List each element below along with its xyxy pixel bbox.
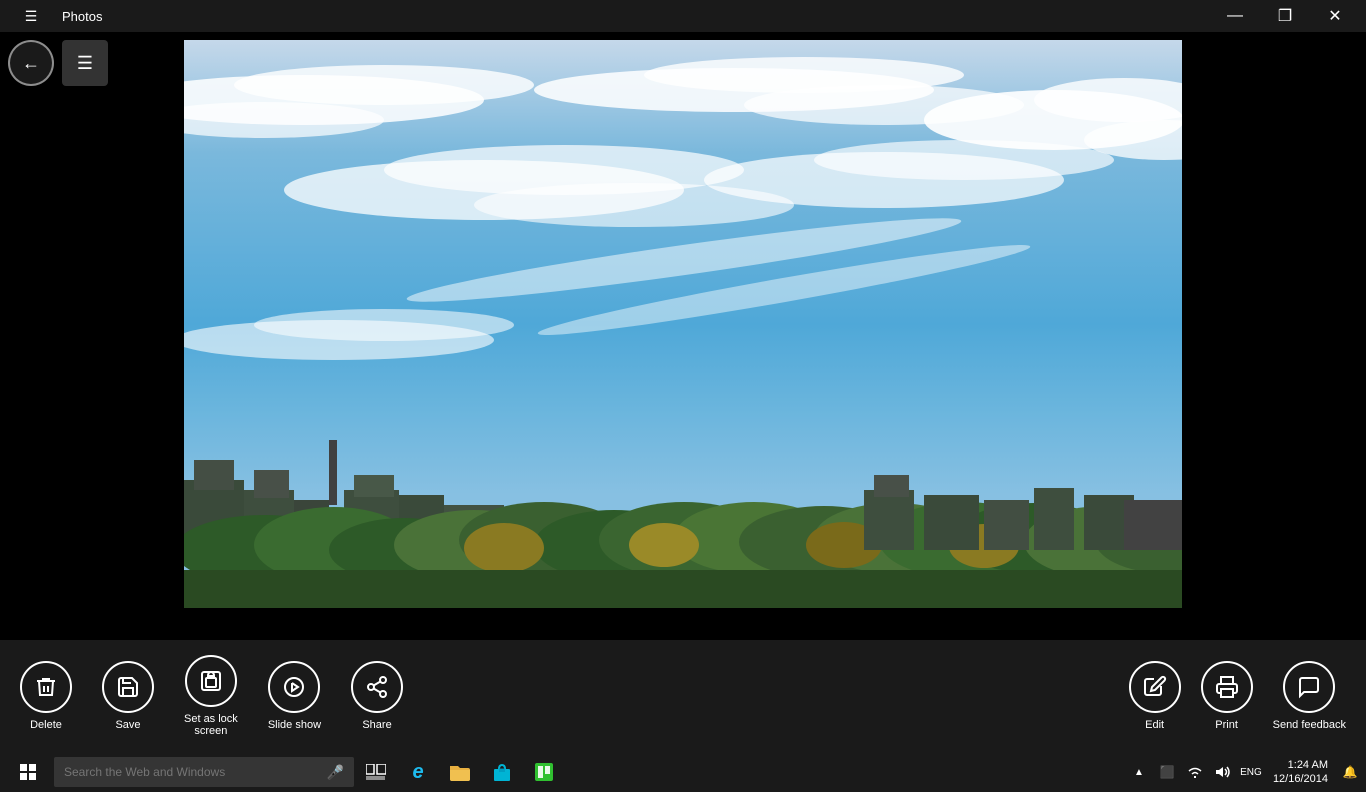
top-toolbar: ← ☰ xyxy=(0,32,116,94)
share-arrow-icon xyxy=(365,675,389,699)
titlebar-controls: — ❐ ✕ xyxy=(1212,0,1358,32)
app5-icon[interactable] xyxy=(524,752,564,792)
edit-button[interactable]: Edit xyxy=(1129,661,1181,731)
start-button[interactable] xyxy=(4,752,52,792)
edit-label: Edit xyxy=(1145,719,1164,731)
app-title: Photos xyxy=(62,9,102,24)
language-icon[interactable]: ENG xyxy=(1239,760,1263,784)
green-app-icon xyxy=(533,761,555,783)
clock-date: 12/16/2014 xyxy=(1273,772,1328,786)
printer-icon xyxy=(1215,675,1239,699)
share-label: Share xyxy=(362,719,391,731)
message-icon xyxy=(1297,675,1321,699)
photo-sky xyxy=(184,40,1182,608)
bag-icon xyxy=(491,761,513,783)
slideshow-label: Slide show xyxy=(268,719,321,731)
main-view: ← ☰ xyxy=(0,32,1366,640)
windows-icon xyxy=(20,764,36,780)
wifi-icon xyxy=(1187,765,1203,779)
photo-svg xyxy=(184,40,1182,608)
set-lock-screen-button[interactable]: Set as lock screen xyxy=(184,655,238,737)
bottom-action-bar: Delete Save Set as lock screen xyxy=(0,640,1366,752)
save-label: Save xyxy=(115,719,140,731)
minimize-icon: — xyxy=(1227,7,1243,25)
set-lock-screen-label: Set as lock screen xyxy=(184,713,238,737)
tray-arrow[interactable]: ▲ xyxy=(1127,760,1151,784)
system-clock[interactable]: 1:24 AM 12/16/2014 xyxy=(1267,758,1334,787)
bottom-right-actions: Edit Print Send feedback xyxy=(1129,661,1346,731)
titlebar-left: ☰ Photos xyxy=(8,0,102,32)
delete-button[interactable]: Delete xyxy=(20,661,72,731)
network-icon[interactable] xyxy=(1183,760,1207,784)
floppy-icon xyxy=(116,675,140,699)
play-circle-icon xyxy=(282,675,306,699)
trash-icon xyxy=(34,675,58,699)
save-icon xyxy=(102,661,154,713)
maximize-button[interactable]: ❐ xyxy=(1262,0,1308,32)
close-button[interactable]: ✕ xyxy=(1312,0,1358,32)
notification-icon[interactable]: 🔔 xyxy=(1338,760,1362,784)
feedback-icon xyxy=(1283,661,1335,713)
volume-icon[interactable] xyxy=(1211,760,1235,784)
taskbar: 🎤 e ▲ ⬛ xyxy=(0,752,1366,792)
folder-icon xyxy=(449,762,471,782)
microphone-icon[interactable]: 🎤 xyxy=(327,764,344,781)
system-tray: ▲ ⬛ ENG 1:24 AM 12/16/2014 🔔 xyxy=(1127,758,1362,787)
store-icon[interactable] xyxy=(482,752,522,792)
slideshow-button[interactable]: Slide show xyxy=(268,661,321,731)
search-bar[interactable]: 🎤 xyxy=(54,757,354,787)
lock-icon xyxy=(199,669,223,693)
hamburger-icon: ☰ xyxy=(25,8,38,25)
task-view-button[interactable] xyxy=(356,752,396,792)
menu-button[interactable]: ☰ xyxy=(62,40,108,86)
slideshow-icon xyxy=(268,661,320,713)
lock-screen-icon xyxy=(185,655,237,707)
close-icon: ✕ xyxy=(1328,6,1341,26)
share-button[interactable]: Share xyxy=(351,661,403,731)
print-button[interactable]: Print xyxy=(1201,661,1253,731)
bottom-left-actions: Delete Save Set as lock screen xyxy=(20,655,403,737)
edit-icon xyxy=(1129,661,1181,713)
delete-icon xyxy=(20,661,72,713)
file-explorer-icon[interactable] xyxy=(440,752,480,792)
share-icon xyxy=(351,661,403,713)
pencil-icon xyxy=(1143,675,1167,699)
photo-display xyxy=(184,40,1182,608)
back-icon: ← xyxy=(22,53,40,74)
maximize-icon: ❐ xyxy=(1278,6,1292,26)
titlebar: ☰ Photos — ❐ ✕ xyxy=(0,0,1366,32)
hamburger-button[interactable]: ☰ xyxy=(8,0,54,32)
send-feedback-label: Send feedback xyxy=(1273,719,1346,731)
back-button[interactable]: ← xyxy=(8,40,54,86)
menu-icon: ☰ xyxy=(77,53,93,74)
minimize-button[interactable]: — xyxy=(1212,0,1258,32)
speaker-icon xyxy=(1215,765,1231,779)
edge-icon[interactable]: e xyxy=(398,752,438,792)
tablet-mode-icon[interactable]: ⬛ xyxy=(1155,760,1179,784)
task-view-icon xyxy=(366,764,386,780)
print-label: Print xyxy=(1215,719,1238,731)
print-icon xyxy=(1201,661,1253,713)
search-input[interactable] xyxy=(64,765,319,779)
delete-label: Delete xyxy=(30,719,62,731)
save-button[interactable]: Save xyxy=(102,661,154,731)
clock-time: 1:24 AM xyxy=(1273,758,1328,772)
send-feedback-button[interactable]: Send feedback xyxy=(1273,661,1346,731)
